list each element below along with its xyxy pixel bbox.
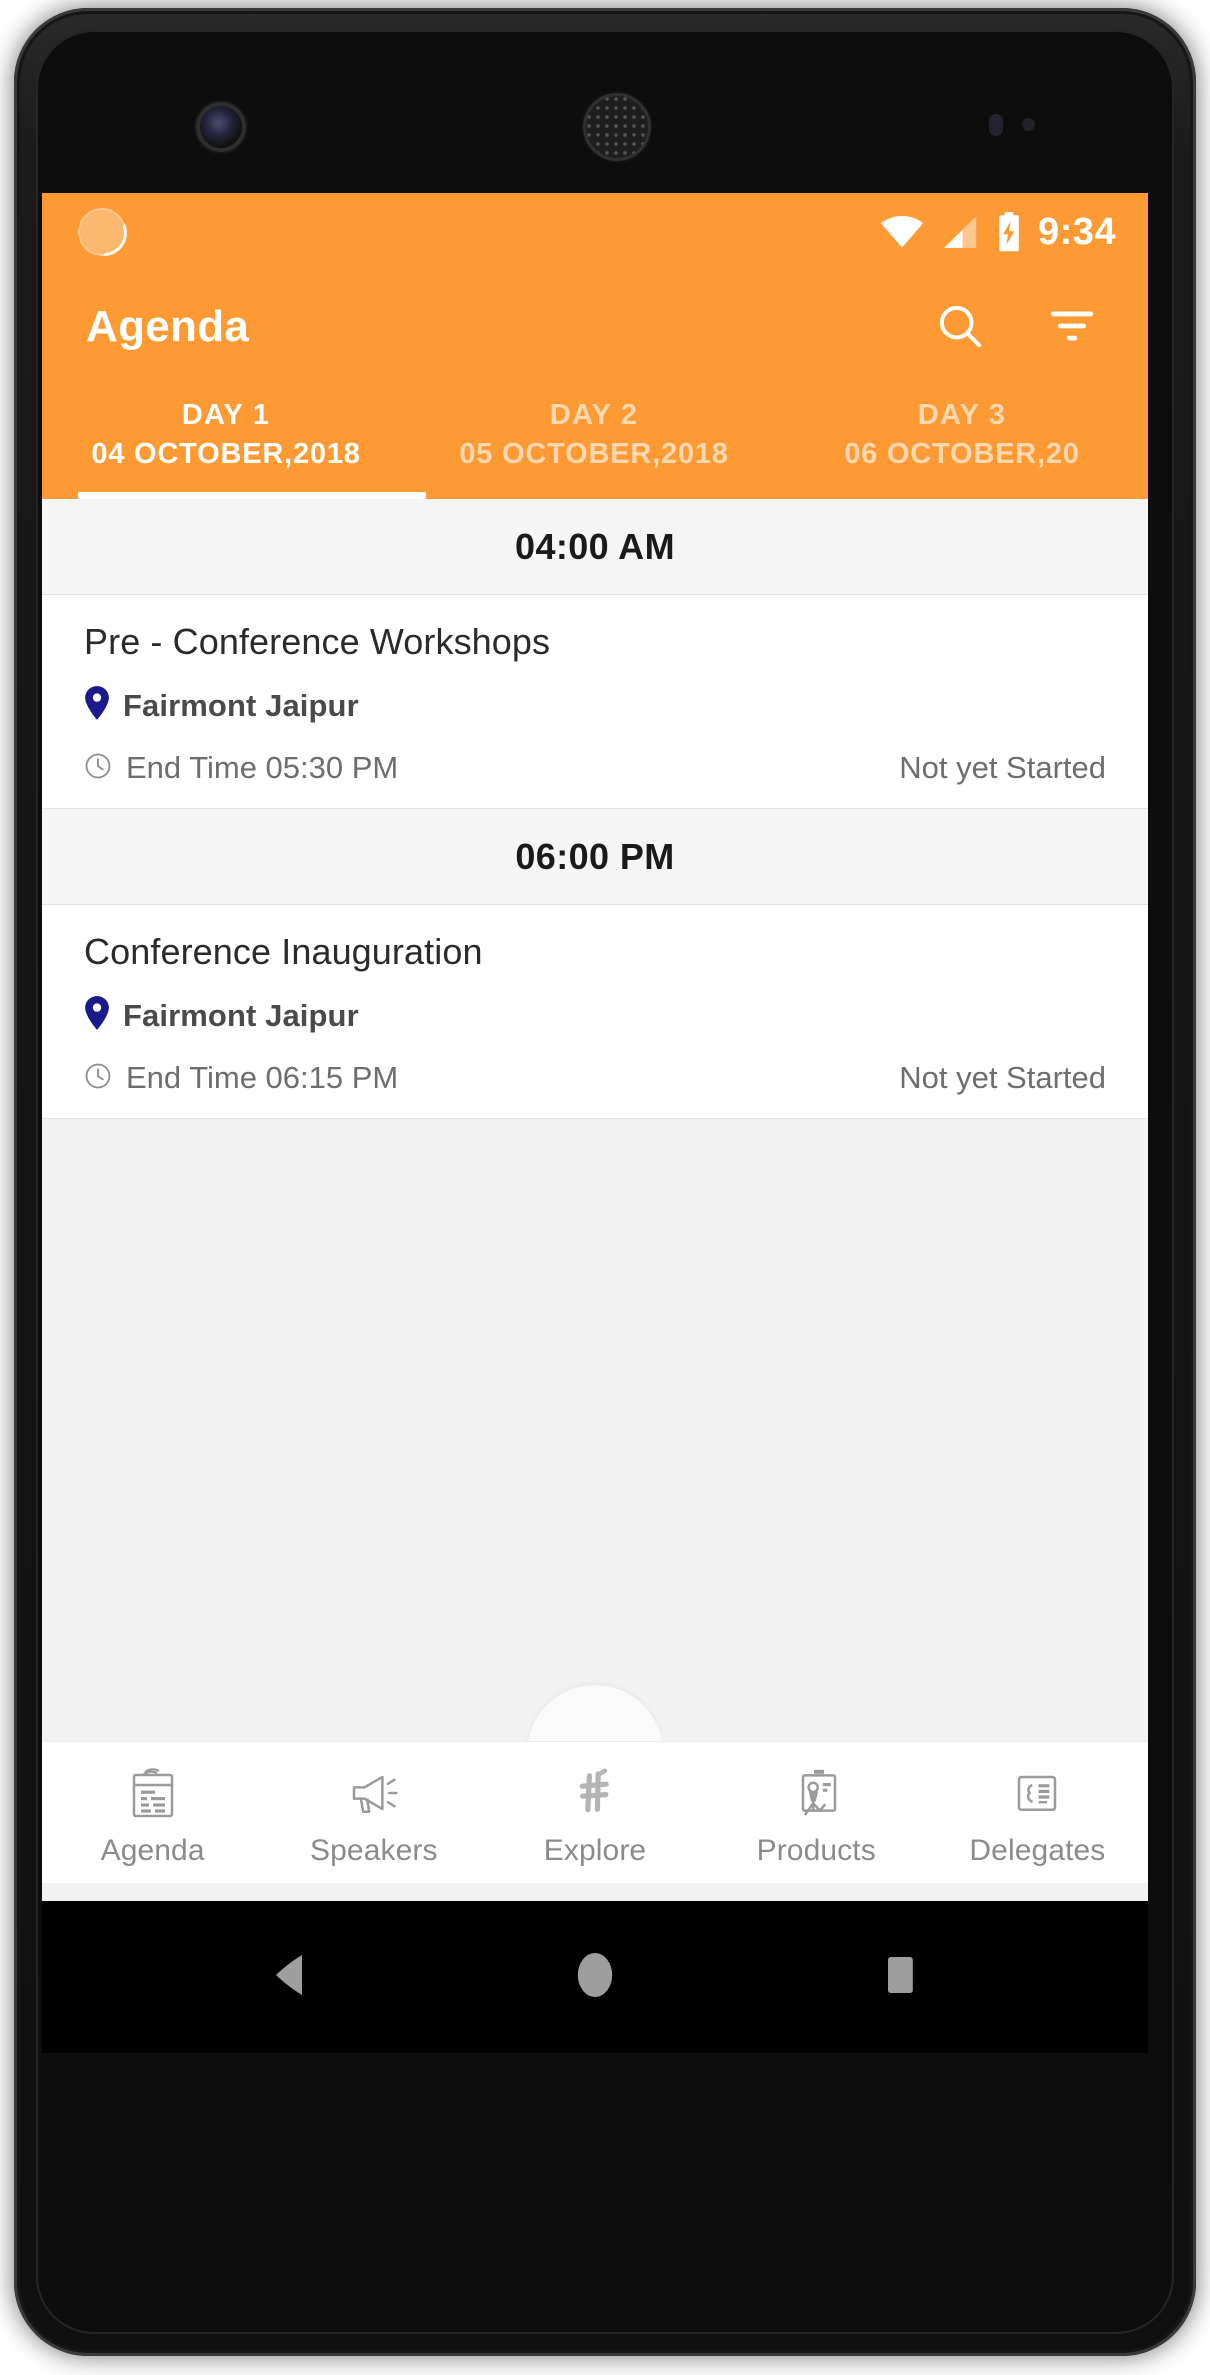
system-recents-button[interactable] <box>855 1932 945 2022</box>
nav-label-explore: Explore <box>543 1834 647 1867</box>
system-home-button[interactable] <box>550 1932 640 2022</box>
cellular-signal-icon <box>940 215 980 249</box>
system-back-button[interactable] <box>245 1932 335 2022</box>
session-card[interactable]: Pre - Conference Workshops Fairmont Jaip… <box>42 595 1148 809</box>
tab-day-3[interactable]: DAY 3 06 OCTOBER,20 <box>778 383 1146 499</box>
status-bar-right: 9:34 <box>880 212 1116 252</box>
app-bar: Agenda <box>42 271 1148 383</box>
filter-button[interactable] <box>1042 297 1102 357</box>
nav-label-agenda: Agenda <box>100 1834 205 1867</box>
search-button[interactable] <box>930 297 990 357</box>
clock-icon <box>84 752 112 785</box>
session-venue: Fairmont Jaipur <box>123 997 359 1033</box>
time-group-label: 04:00 AM <box>515 525 675 567</box>
earpiece-speaker <box>586 96 648 158</box>
tab-day-2[interactable]: DAY 2 05 OCTOBER,2018 <box>410 383 778 499</box>
notification-circle-icon <box>80 210 124 254</box>
session-venue-row: Fairmont Jaipur <box>84 685 1106 726</box>
bamboo-lattice-icon <box>567 1765 623 1826</box>
session-footer: End Time 05:30 PM Not yet Started <box>84 750 1106 808</box>
android-system-nav-bar <box>42 1901 1148 2053</box>
session-end-time: End Time 05:30 PM <box>126 750 399 785</box>
session-card[interactable]: Conference Inauguration Fairmont Jaipur <box>42 905 1148 1119</box>
status-bar-left <box>80 210 124 254</box>
session-venue: Fairmont Jaipur <box>123 687 359 723</box>
tab-day-3-date: 06 OCTOBER,20 <box>844 438 1080 470</box>
page-title: Agenda <box>86 302 250 351</box>
status-bar-clock: 9:34 <box>1037 211 1116 253</box>
proximity-sensor <box>989 114 1003 136</box>
tab-day-2-day: DAY 2 <box>549 399 639 431</box>
battery-charging-icon <box>996 212 1022 252</box>
tab-day-3-day: DAY 3 <box>917 399 1007 431</box>
search-icon <box>935 301 985 354</box>
tab-day-1-date: 04 OCTOBER,2018 <box>91 438 361 470</box>
nav-label-speakers: Speakers <box>310 1834 438 1867</box>
phone-screen: 9:34 Agenda DAY 1 04 OCTOBER,2018 DAY 2 … <box>42 193 1148 1901</box>
time-group-header: 04:00 AM <box>42 499 1148 595</box>
time-group-label: 06:00 PM <box>515 835 675 877</box>
session-endtime-wrap: End Time 06:15 PM <box>84 1060 398 1096</box>
agenda-list[interactable]: 04:00 AM Pre - Conference Workshops Fair… <box>42 499 1148 1741</box>
time-group-header: 06:00 PM <box>42 809 1148 905</box>
day-tab-bar[interactable]: DAY 1 04 OCTOBER,2018 DAY 2 05 OCTOBER,2… <box>42 383 1148 499</box>
megaphone-icon <box>346 1765 402 1826</box>
back-triangle-icon <box>268 1952 312 2003</box>
session-venue-row: Fairmont Jaipur <box>84 995 1106 1036</box>
ambient-light-sensor <box>1022 118 1035 131</box>
session-end-time: End Time 06:15 PM <box>126 1060 399 1095</box>
nav-item-products[interactable]: Products <box>706 1742 927 1883</box>
tab-day-1-day: DAY 1 <box>181 399 271 431</box>
clipboard-agenda-icon <box>125 1765 181 1826</box>
location-pin-icon <box>84 685 110 726</box>
home-circle-icon <box>573 1950 617 2005</box>
nav-item-delegates[interactable]: Delegates <box>927 1742 1148 1883</box>
tab-day-1[interactable]: DAY 1 04 OCTOBER,2018 <box>42 383 410 499</box>
status-badge: Not yet Started <box>899 1060 1106 1095</box>
recents-square-icon <box>880 1952 920 2003</box>
front-camera <box>200 106 242 148</box>
nav-item-speakers[interactable]: Speakers <box>263 1742 484 1883</box>
session-footer: End Time 06:15 PM Not yet Started <box>84 1060 1106 1118</box>
wifi-icon <box>880 215 924 249</box>
app-bar-actions <box>930 297 1102 357</box>
nav-label-products: Products <box>756 1834 876 1867</box>
bottom-nav-wrap: Agenda Speakers Explore Products Delegat… <box>42 1685 1148 1883</box>
nav-label-delegates: Delegates <box>969 1834 1106 1867</box>
session-title: Conference Inauguration <box>84 931 483 972</box>
presentation-board-icon <box>788 1765 844 1826</box>
tab-day-2-date: 05 OCTOBER,2018 <box>459 438 729 470</box>
filter-icon <box>1047 301 1097 354</box>
status-badge: Not yet Started <box>899 750 1106 785</box>
nav-item-explore[interactable]: Explore <box>484 1742 705 1883</box>
active-tab-indicator <box>78 492 426 499</box>
id-card-icon <box>1009 1765 1065 1826</box>
nav-item-agenda[interactable]: Agenda <box>42 1742 263 1883</box>
session-endtime-wrap: End Time 05:30 PM <box>84 750 398 786</box>
clock-icon <box>84 1062 112 1095</box>
status-bar: 9:34 <box>42 193 1148 271</box>
session-title: Pre - Conference Workshops <box>84 621 551 662</box>
location-pin-icon <box>84 995 110 1036</box>
bottom-navigation-bar: Agenda Speakers Explore Products Delegat… <box>42 1741 1148 1883</box>
